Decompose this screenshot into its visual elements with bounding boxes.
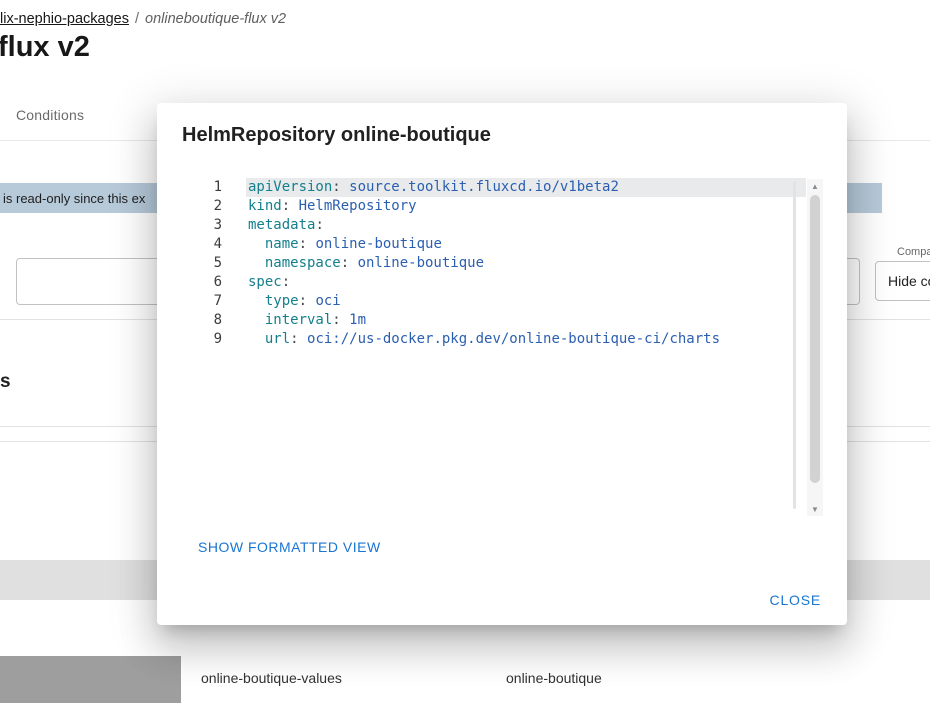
yaml-key: spec — [248, 274, 282, 290]
line-number: 3 — [181, 216, 222, 235]
yaml-separator: : — [290, 331, 307, 347]
line-number: 7 — [181, 292, 222, 311]
breadcrumb: lix-nephio-packages / onlineboutique-flux … — [0, 11, 286, 27]
line-number: 6 — [181, 273, 222, 292]
code-line-content: type: oci — [246, 292, 806, 311]
line-number: 4 — [181, 235, 222, 254]
yaml-value: online-boutique — [315, 236, 441, 252]
code-line-content: interval: 1m — [246, 311, 806, 330]
table-cell-empty — [0, 656, 181, 703]
code-line-content: namespace: online-boutique — [246, 254, 806, 273]
yaml-value: source.toolkit.fluxcd.io/v1beta2 — [349, 179, 619, 195]
line-number: 1 — [181, 178, 222, 197]
code-line: 4 name: online-boutique — [181, 235, 806, 254]
yaml-value: oci://us-docker.pkg.dev/online-boutique-… — [307, 331, 720, 347]
code-line: 9 url: oci://us-docker.pkg.dev/online-bo… — [181, 330, 806, 349]
yaml-separator: : — [332, 179, 349, 195]
code-line: 3 metadata: — [181, 216, 806, 235]
yaml-viewer-dialog: HelmRepository online-boutique 1 apiVersi… — [157, 103, 847, 625]
code-line-content: url: oci://us-docker.pkg.dev/online-bout… — [246, 330, 806, 349]
code-editor-lines: 1 apiVersion: source.toolkit.fluxcd.io/v1… — [181, 178, 806, 349]
breadcrumb-repo-link[interactable]: lix-nephio-packages — [0, 11, 129, 27]
page-title: flux v2 — [0, 31, 90, 64]
code-line: 8 interval: 1m — [181, 311, 806, 330]
code-line: 7 type: oci — [181, 292, 806, 311]
code-line-content: apiVersion: source.toolkit.fluxcd.io/v1b… — [246, 178, 806, 197]
yaml-key: metadata — [248, 217, 315, 233]
code-line: 1 apiVersion: source.toolkit.fluxcd.io/v1… — [181, 178, 806, 197]
yaml-key: kind — [248, 198, 282, 214]
tab-conditions[interactable]: Conditions — [16, 107, 84, 123]
yaml-value: oci — [315, 293, 340, 309]
scrollbar-thumb[interactable] — [810, 195, 820, 483]
table-cell-resource-name[interactable]: online-boutique — [506, 670, 602, 686]
readonly-banner-text: is read-only since this ex — [3, 191, 145, 206]
editor-inner-scrollbar[interactable] — [793, 181, 796, 509]
yaml-separator: : — [282, 198, 299, 214]
breadcrumb-current: onlineboutique-flux v2 — [145, 11, 286, 27]
yaml-key: interval — [248, 312, 332, 328]
scroll-down-icon: ▼ — [811, 505, 819, 514]
table-row[interactable]: online-boutique-values online-boutique — [0, 655, 930, 703]
code-line-content: name: online-boutique — [246, 235, 806, 254]
code-editor[interactable]: 1 apiVersion: source.toolkit.fluxcd.io/v1… — [181, 178, 806, 515]
yaml-separator: : — [315, 217, 323, 233]
scroll-up-icon: ▲ — [811, 182, 819, 191]
code-line-content: metadata: — [246, 216, 806, 235]
breadcrumb-separator: / — [135, 11, 139, 27]
line-number: 8 — [181, 311, 222, 330]
yaml-key: url — [248, 331, 290, 347]
line-number: 9 — [181, 330, 222, 349]
yaml-key: apiVersion — [248, 179, 332, 195]
yaml-value: HelmRepository — [299, 198, 417, 214]
yaml-value: online-boutique — [358, 255, 484, 271]
show-formatted-view-button[interactable]: SHOW FORMATTED VIEW — [190, 531, 389, 563]
section-heading-partial: s — [0, 371, 11, 393]
line-number: 5 — [181, 254, 222, 273]
code-line-content: spec: — [246, 273, 806, 292]
table-cell-resource-name[interactable]: online-boutique-values — [201, 670, 342, 686]
code-line: 6 spec: — [181, 273, 806, 292]
dialog-title: HelmRepository online-boutique — [182, 124, 491, 147]
yaml-separator: : — [282, 274, 290, 290]
yaml-key: name — [248, 236, 299, 252]
yaml-separator: : — [299, 236, 316, 252]
code-line-content: kind: HelmRepository — [246, 197, 806, 216]
yaml-value: 1m — [349, 312, 366, 328]
editor-scrollbar[interactable]: ▲ ▼ — [807, 179, 823, 516]
yaml-separator: : — [332, 312, 349, 328]
yaml-key: type — [248, 293, 299, 309]
scroll-down-button[interactable]: ▼ — [807, 502, 823, 516]
code-line: 5 namespace: online-boutique — [181, 254, 806, 273]
yaml-key: namespace — [248, 255, 341, 271]
code-line: 2 kind: HelmRepository — [181, 197, 806, 216]
compare-select-label: Compare — [895, 246, 930, 258]
line-number: 2 — [181, 197, 222, 216]
compare-select[interactable]: Hide comparison — [875, 261, 930, 301]
close-button[interactable]: CLOSE — [762, 584, 829, 616]
screen: lix-nephio-packages / onlineboutique-flux … — [0, 0, 930, 703]
scroll-up-button[interactable]: ▲ — [807, 179, 823, 193]
yaml-separator: : — [341, 255, 358, 271]
yaml-separator: : — [299, 293, 316, 309]
